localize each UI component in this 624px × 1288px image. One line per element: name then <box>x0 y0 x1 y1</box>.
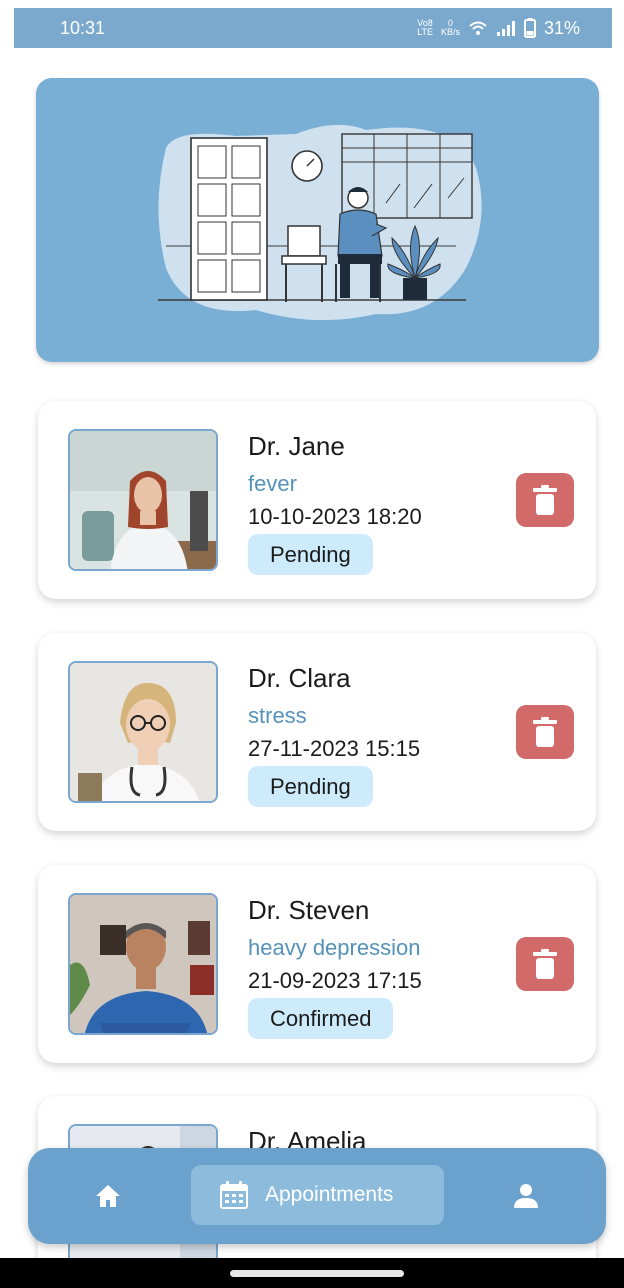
trash-icon <box>533 485 557 515</box>
trash-icon <box>533 949 557 979</box>
status-badge: Pending <box>248 534 373 575</box>
network-speed: 0 KB/s <box>440 18 460 37</box>
signal-icon <box>496 21 515 36</box>
volte-indicator: Vo8 LTE <box>417 18 433 37</box>
status-time: 10:31 <box>60 17 106 38</box>
delete-button[interactable] <box>516 473 574 527</box>
doctor-name: Dr. Jane <box>248 431 345 461</box>
delete-button[interactable] <box>516 705 574 759</box>
system-navigation-bar <box>0 1258 624 1288</box>
trash-icon <box>533 717 557 747</box>
appointment-card[interactable]: Dr. Clara stress 27-11-2023 15:15 Pendin… <box>38 633 596 831</box>
appointment-card[interactable]: Dr. Steven heavy depression 21-09-2023 1… <box>38 865 596 1063</box>
wifi-icon <box>469 21 487 35</box>
appointment-reason: fever <box>248 471 297 496</box>
appointment-datetime: 27-11-2023 15:15 <box>248 736 421 761</box>
waiting-room-illustration <box>36 78 599 362</box>
appointment-reason: heavy depression <box>248 935 421 960</box>
doctor-photo <box>68 661 218 803</box>
appointment-reason: stress <box>248 703 307 728</box>
bottom-navigation: Appointments <box>28 1148 606 1244</box>
nav-appointments[interactable]: Appointments <box>191 1165 444 1225</box>
delete-button[interactable] <box>516 937 574 991</box>
appointment-card[interactable]: Dr. Jane fever 10-10-2023 18:20 Pending <box>38 401 596 599</box>
calendar-icon <box>220 1181 248 1209</box>
gesture-handle[interactable] <box>230 1270 404 1277</box>
doctor-name: Dr. Steven <box>248 895 370 925</box>
appointment-datetime: 10-10-2023 18:20 <box>248 504 422 529</box>
status-badge: Pending <box>248 766 373 807</box>
status-badge: Confirmed <box>248 998 394 1039</box>
status-bar: 10:31 Vo8 LTE 0 KB/s 31% <box>14 8 612 48</box>
person-icon <box>514 1184 538 1208</box>
doctor-photo <box>68 893 218 1035</box>
appointment-datetime: 21-09-2023 17:15 <box>248 968 422 993</box>
nav-home[interactable] <box>90 1178 126 1214</box>
nav-appointments-label: Appointments <box>265 1183 394 1206</box>
doctor-photo <box>68 429 218 571</box>
status-icons: Vo8 LTE 0 KB/s 31% <box>417 18 580 39</box>
waiting-room-graphic <box>158 124 482 321</box>
appointments-screen: 10:31 Vo8 LTE 0 KB/s 31% Dr. Jane fever … <box>0 0 624 1288</box>
nav-profile[interactable] <box>508 1178 544 1214</box>
home-icon <box>96 1185 120 1207</box>
battery-percent: 31% <box>543 17 580 38</box>
battery-icon <box>523 18 536 38</box>
doctor-name: Dr. Clara <box>248 663 351 693</box>
